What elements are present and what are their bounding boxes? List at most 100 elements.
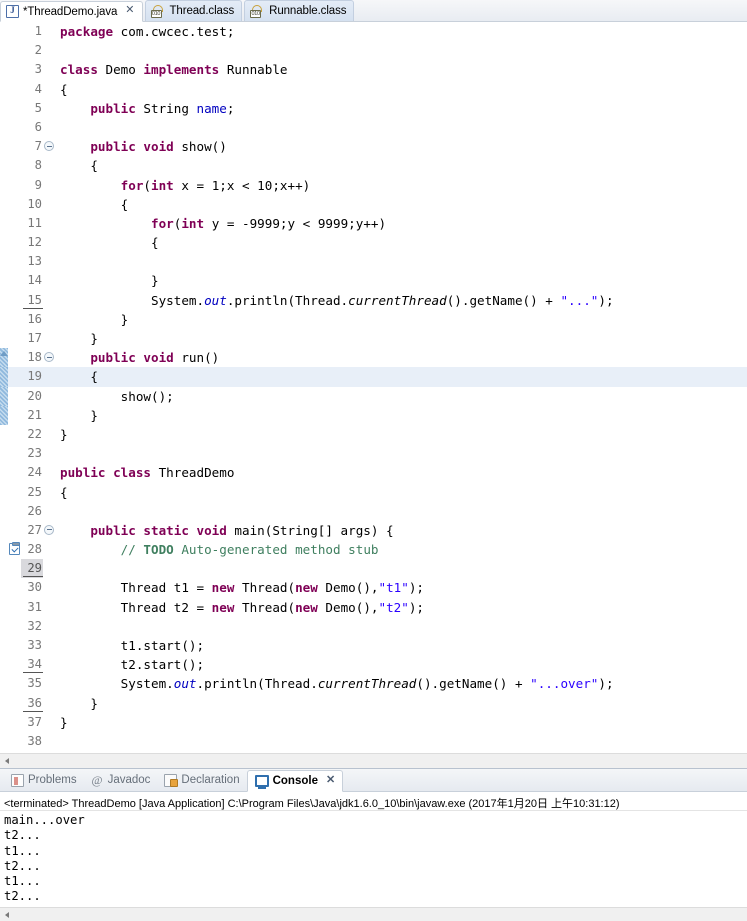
code-line[interactable]: 10 { xyxy=(0,195,747,214)
code-text[interactable]: public class ThreadDemo xyxy=(55,463,747,482)
fold-column[interactable] xyxy=(43,291,55,310)
fold-column[interactable] xyxy=(43,80,55,99)
code-line[interactable]: 14 } xyxy=(0,271,747,290)
fold-column[interactable] xyxy=(43,99,55,118)
close-icon[interactable]: ✕ xyxy=(125,5,134,16)
marker-column[interactable] xyxy=(8,521,21,540)
code-text[interactable]: } xyxy=(55,694,747,713)
code-text[interactable]: for(int y = -9999;y < 9999;y++) xyxy=(55,214,747,233)
marker-column[interactable] xyxy=(8,502,21,521)
editor-tab-threaddemo-java[interactable]: *ThreadDemo.java ✕ xyxy=(0,1,143,22)
marker-column[interactable] xyxy=(8,99,21,118)
code-text[interactable]: t1.start(); xyxy=(55,636,747,655)
code-line[interactable]: 26 xyxy=(0,502,747,521)
fold-column[interactable] xyxy=(43,387,55,406)
code-line[interactable]: 3 class Demo implements Runnable xyxy=(0,60,747,79)
tab-declaration[interactable]: Declaration xyxy=(157,769,246,791)
fold-column[interactable] xyxy=(43,195,55,214)
code-text[interactable]: public static void main(String[] args) { xyxy=(55,521,747,540)
marker-column[interactable] xyxy=(8,694,21,713)
code-text[interactable]: class Demo implements Runnable xyxy=(55,60,747,79)
code-line[interactable]: 27 public static void main(String[] args… xyxy=(0,521,747,540)
fold-column[interactable] xyxy=(43,598,55,617)
marker-column[interactable] xyxy=(8,559,21,578)
fold-column[interactable] xyxy=(43,310,55,329)
fold-column[interactable] xyxy=(43,636,55,655)
editor-tab-thread-class[interactable]: 010 Thread.class xyxy=(144,0,243,21)
scroll-left-icon[interactable] xyxy=(0,754,15,769)
fold-column[interactable] xyxy=(43,444,55,463)
fold-column[interactable] xyxy=(43,60,55,79)
code-text[interactable]: System.out.println(Thread.currentThread(… xyxy=(55,291,747,310)
code-line[interactable]: 7 public void show() xyxy=(0,137,747,156)
marker-column[interactable] xyxy=(8,156,21,175)
fold-column[interactable] xyxy=(43,617,55,636)
fold-column[interactable] xyxy=(43,655,55,674)
fold-column[interactable] xyxy=(43,674,55,693)
code-line[interactable]: 4{ xyxy=(0,80,747,99)
marker-column[interactable] xyxy=(8,598,21,617)
fold-column[interactable] xyxy=(43,41,55,60)
code-text[interactable] xyxy=(55,41,747,60)
marker-column[interactable] xyxy=(8,176,21,195)
fold-column[interactable] xyxy=(43,156,55,175)
tab-console[interactable]: Console ✕ xyxy=(246,770,344,792)
code-line[interactable]: 20 show(); xyxy=(0,386,747,406)
code-line[interactable]: 13 xyxy=(0,252,747,271)
code-line[interactable]: 16 } xyxy=(0,310,747,329)
code-text[interactable]: } xyxy=(55,329,747,348)
code-line[interactable]: 17 } xyxy=(0,329,747,348)
marker-column[interactable] xyxy=(8,674,21,693)
code-text[interactable]: } xyxy=(55,713,747,732)
code-text[interactable]: public void run() xyxy=(55,348,747,367)
fold-column[interactable] xyxy=(43,176,55,195)
code-line[interactable]: 36 } xyxy=(0,694,747,713)
code-text[interactable]: } xyxy=(55,310,747,329)
fold-column[interactable] xyxy=(43,271,55,290)
code-text[interactable]: show(); xyxy=(55,387,747,406)
fold-column[interactable] xyxy=(43,252,55,271)
fold-column[interactable] xyxy=(43,521,55,540)
marker-column[interactable] xyxy=(8,41,21,60)
code-text[interactable] xyxy=(55,732,747,751)
fold-column[interactable] xyxy=(43,694,55,713)
code-text[interactable]: { xyxy=(55,156,747,175)
marker-column[interactable] xyxy=(8,655,21,674)
code-line[interactable]: 33 t1.start(); xyxy=(0,636,747,655)
code-text[interactable]: { xyxy=(55,195,747,214)
scrollbar-track[interactable] xyxy=(15,753,747,768)
code-text[interactable]: } xyxy=(55,425,747,444)
marker-column[interactable] xyxy=(8,540,21,559)
marker-column[interactable] xyxy=(8,425,21,444)
marker-column[interactable] xyxy=(8,195,21,214)
fold-column[interactable] xyxy=(43,406,55,425)
code-text[interactable]: Thread t1 = new Thread(new Demo(),"t1"); xyxy=(55,578,747,597)
fold-column[interactable] xyxy=(43,425,55,444)
fold-column[interactable] xyxy=(43,137,55,156)
marker-column[interactable] xyxy=(8,617,21,636)
marker-column[interactable] xyxy=(8,636,21,655)
fold-column[interactable] xyxy=(43,329,55,348)
code-text[interactable]: { xyxy=(55,80,747,99)
fold-column[interactable] xyxy=(43,713,55,732)
marker-column[interactable] xyxy=(8,406,21,425)
code-line[interactable]: 32 xyxy=(0,617,747,636)
marker-column[interactable] xyxy=(8,732,21,751)
code-line[interactable]: 37} xyxy=(0,713,747,732)
code-text[interactable]: { xyxy=(55,483,747,502)
code-text[interactable]: public String name; xyxy=(55,99,747,118)
marker-column[interactable] xyxy=(8,367,21,386)
code-line[interactable]: 24 public class ThreadDemo xyxy=(0,463,747,482)
code-editor[interactable]: 1 package com.cwcec.test; 2 3 class Demo imp… xyxy=(0,22,747,768)
fold-column[interactable] xyxy=(43,502,55,521)
code-line[interactable]: 6 xyxy=(0,118,747,137)
code-line[interactable]: 25 { xyxy=(0,483,747,502)
fold-column[interactable] xyxy=(43,233,55,252)
console-horizontal-scrollbar[interactable] xyxy=(0,907,747,921)
code-line[interactable]: 1 package com.cwcec.test; xyxy=(0,22,747,41)
fold-column[interactable] xyxy=(43,540,55,559)
code-text[interactable]: for(int x = 1;x < 10;x++) xyxy=(55,176,747,195)
code-text[interactable]: { xyxy=(55,233,747,252)
code-text[interactable] xyxy=(55,617,747,636)
fold-column[interactable] xyxy=(43,483,55,502)
